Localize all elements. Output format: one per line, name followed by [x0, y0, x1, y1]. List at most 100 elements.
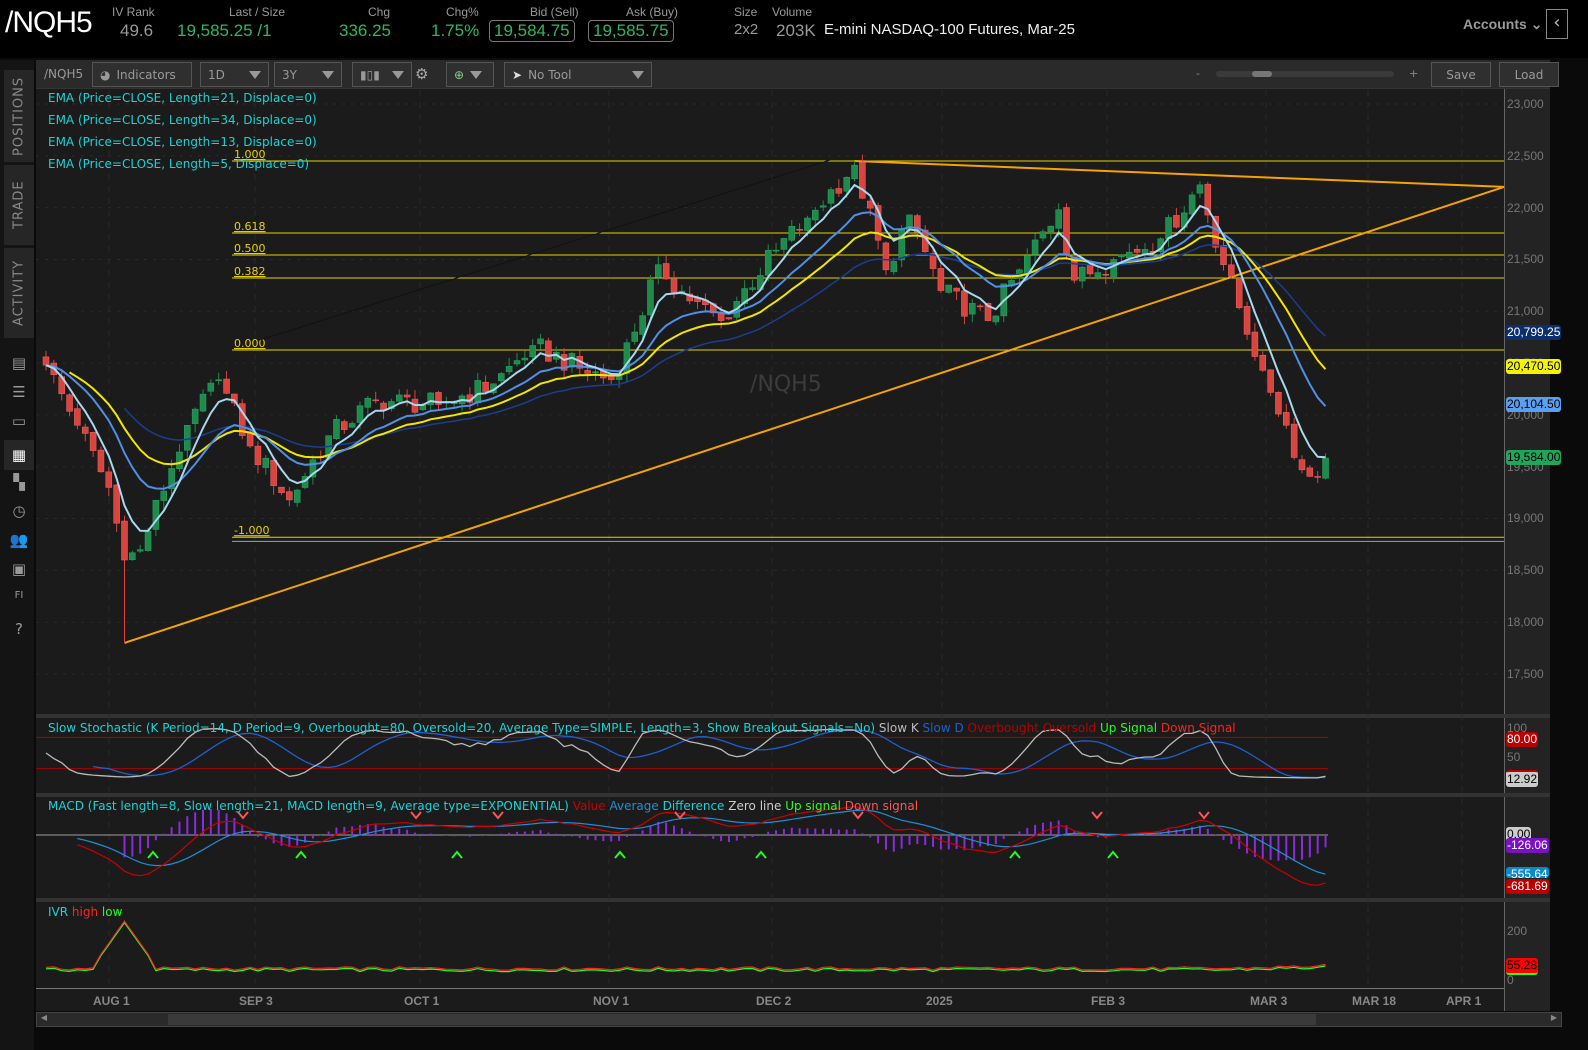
- macd-up-signal-icon: [296, 852, 306, 858]
- candle-body: [1079, 267, 1085, 281]
- fib-level-label: 0.000: [234, 337, 266, 350]
- candle-body: [1087, 264, 1093, 274]
- candle-body: [506, 366, 512, 371]
- candle-body: [1048, 226, 1054, 232]
- macd-up-signal-icon: [148, 852, 158, 858]
- fib-level-label: 0.382: [234, 265, 266, 278]
- candle-body: [192, 409, 198, 424]
- candle-body: [1189, 195, 1195, 214]
- candle-body: [969, 303, 975, 314]
- candle-body: [946, 285, 952, 292]
- candle-body: [1268, 370, 1274, 393]
- ivr-legend[interactable]: IVR high low: [48, 905, 122, 919]
- symbol-watermark: /NQH5: [750, 372, 822, 397]
- candle-body: [1064, 208, 1070, 255]
- candle-body: [859, 162, 865, 198]
- candle-body: [726, 318, 732, 319]
- candle-body: [1111, 259, 1117, 276]
- macd-value-line: [77, 806, 1325, 885]
- ivr-axis-200: 200: [1507, 924, 1527, 938]
- candle-body: [1252, 332, 1258, 357]
- stoch-legend[interactable]: Slow Stochastic (K Period=14, D Period=9…: [48, 721, 1236, 735]
- candle-body: [184, 425, 190, 450]
- price-axis-label: 22,500: [1507, 149, 1544, 163]
- candle-body: [1024, 255, 1030, 272]
- macd-avg-label: Average: [609, 799, 658, 813]
- candle-body: [43, 357, 49, 365]
- legend-ema21[interactable]: EMA (Price=CLOSE, Length=21, Displace=0): [48, 91, 317, 105]
- candle-body: [671, 279, 677, 292]
- legend-ema13[interactable]: EMA (Price=CLOSE, Length=13, Displace=0): [48, 135, 317, 149]
- candle-body: [640, 316, 646, 335]
- candle-body: [812, 210, 818, 220]
- candle-body: [655, 265, 661, 278]
- candle-body: [294, 490, 300, 502]
- macd-up-label: Up signal: [785, 799, 841, 813]
- candle-body: [820, 206, 826, 207]
- candle-body: [365, 398, 371, 407]
- macd-up-signal-icon: [756, 852, 766, 858]
- stoch-overbought-badge: 80.00: [1506, 732, 1538, 747]
- price-axis-label: 23,000: [1507, 97, 1544, 111]
- ema13-price-badge: 20,104.50: [1506, 397, 1561, 412]
- candle-body: [1126, 252, 1132, 258]
- fib-level-label: -1.000: [234, 524, 269, 537]
- time-axis-label: AUG 1: [93, 994, 130, 1008]
- time-axis-label: MAR 18: [1352, 994, 1396, 1008]
- stoch-os-label: Oversold: [1043, 721, 1096, 735]
- candle-body: [498, 373, 504, 380]
- candle-body: [1291, 424, 1297, 457]
- candle-body: [1166, 217, 1172, 238]
- ivr-high-line: [46, 921, 1326, 970]
- legend-ema34[interactable]: EMA (Price=CLOSE, Length=34, Displace=0): [48, 113, 317, 127]
- ema5-line: [46, 185, 1326, 531]
- price-axis-label: 19,000: [1507, 511, 1544, 525]
- ivr-high-label: high: [72, 905, 98, 919]
- legend-ema5[interactable]: EMA (Price=CLOSE, Length=5, Displace=0): [48, 157, 309, 171]
- macd-up-signal-icon: [615, 852, 625, 858]
- macd-diff-badge: -126.06: [1506, 838, 1549, 853]
- candle-body: [404, 395, 410, 397]
- candle-body: [836, 188, 842, 193]
- candle-body: [844, 177, 850, 191]
- fib-level-label: 0.618: [234, 220, 266, 233]
- candle-body: [98, 450, 104, 472]
- candle-body: [1173, 215, 1179, 227]
- candle-body: [349, 423, 355, 427]
- candle-body: [208, 383, 214, 391]
- candle-body: [216, 380, 222, 381]
- time-axis-label: NOV 1: [593, 994, 629, 1008]
- candle-body: [271, 460, 277, 485]
- candle-body: [279, 487, 285, 493]
- stoch-d-label: Slow D: [923, 721, 964, 735]
- stoch-k-badge: 12.92: [1506, 770, 1538, 787]
- macd-avg-badge: -555.64: [1506, 867, 1549, 878]
- stoch-title: Slow Stochastic (K Period=14, D Period=9…: [48, 721, 875, 735]
- macd-value-badge: -681.69: [1506, 879, 1549, 894]
- candle-body: [357, 406, 363, 423]
- candle-body: [1260, 355, 1266, 370]
- candle-body: [1118, 255, 1124, 257]
- stoch-axis-50: 50: [1507, 750, 1520, 764]
- candle-body: [1244, 306, 1250, 334]
- stoch-k-line: [46, 729, 1326, 778]
- time-axis-label: MAR 3: [1250, 994, 1287, 1008]
- ivr-low-label: low: [102, 905, 123, 919]
- candle-body: [129, 553, 135, 560]
- candle-body: [396, 395, 402, 401]
- time-axis-label: SEP 3: [239, 994, 273, 1008]
- candle-body: [1283, 412, 1289, 425]
- stoch-ob-label: Overbought: [968, 721, 1039, 735]
- candle-body: [1134, 249, 1140, 252]
- candle-body: [475, 380, 481, 403]
- candle-body: [1032, 240, 1038, 255]
- candle-body: [632, 332, 638, 341]
- candle-body: [74, 409, 80, 426]
- macd-legend[interactable]: MACD (Fast length=8, Slow length=21, MAC…: [48, 799, 918, 813]
- candle-body: [797, 229, 803, 230]
- candle-body: [82, 427, 88, 433]
- ema21-price-badge: 20,470.50: [1506, 359, 1561, 374]
- candle-body: [522, 358, 528, 360]
- ivr-low-line: [46, 923, 1326, 972]
- last-price-badge: 19,584.00: [1506, 450, 1561, 465]
